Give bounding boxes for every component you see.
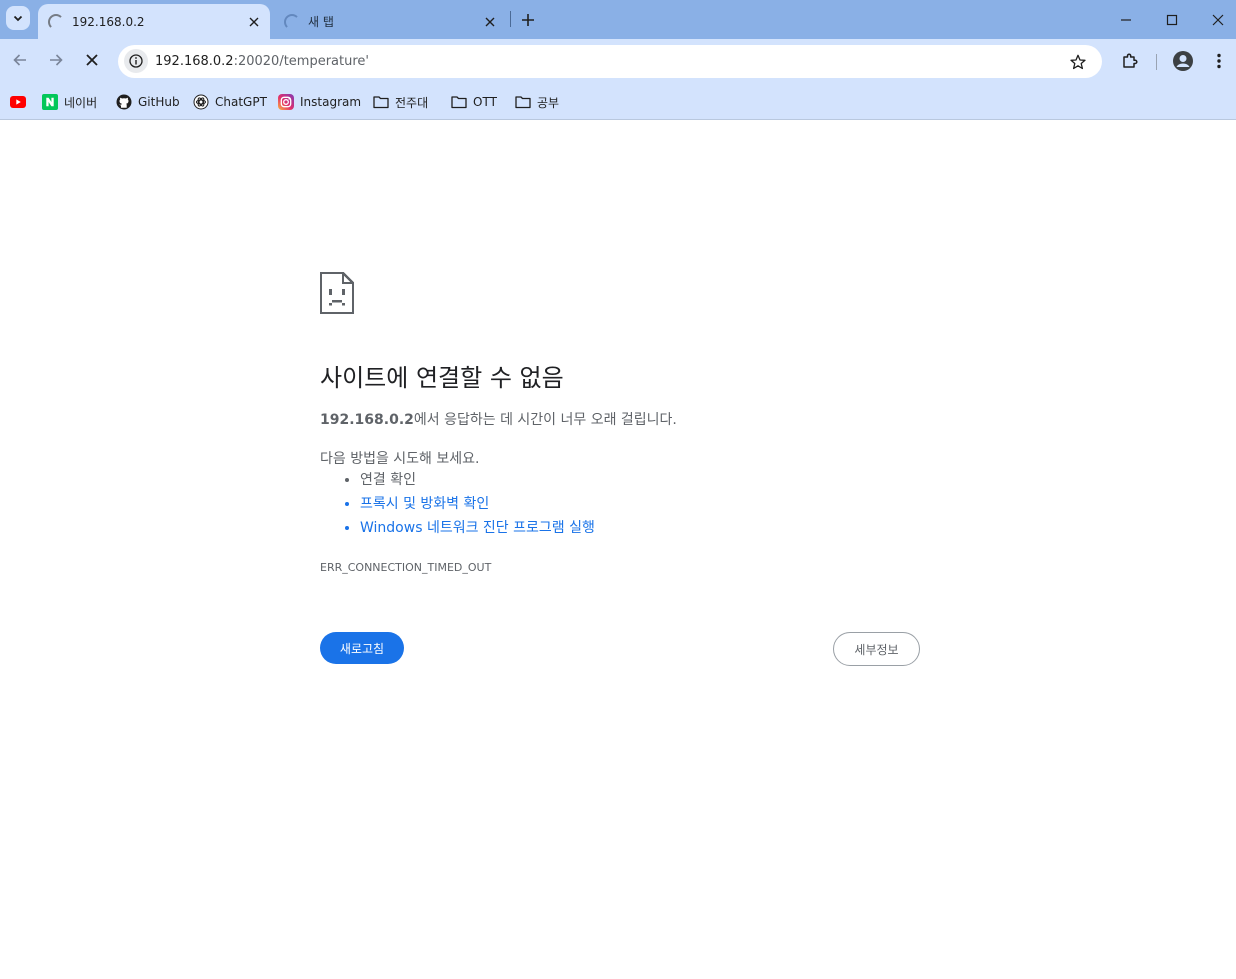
- reload-button[interactable]: 새로고침: [320, 632, 404, 664]
- folder-icon: [451, 94, 467, 110]
- arrow-right-icon: [50, 54, 63, 66]
- details-button[interactable]: 세부정보: [833, 632, 920, 666]
- chevron-down-icon: [13, 15, 23, 22]
- tab-strip: 192.168.0.2 새 탭: [0, 0, 1236, 39]
- tab-close-button[interactable]: [244, 12, 264, 32]
- suggestions-heading: 다음 방법을 시도해 보세요.: [320, 451, 480, 467]
- tab-search-button[interactable]: [6, 6, 30, 30]
- loading-spinner-icon: [48, 13, 64, 30]
- tab-title: 새 탭: [308, 15, 334, 29]
- sad-document-icon: [320, 272, 354, 314]
- stop-loading-button[interactable]: [78, 46, 106, 74]
- new-tab-button[interactable]: [516, 8, 540, 32]
- error-summary-text: 에서 응답하는 데 시간이 너무 오래 걸립니다.: [413, 412, 677, 428]
- tab-title: 192.168.0.2: [72, 14, 145, 29]
- error-page: 사이트에 연결할 수 없음 192.168.0.2에서 응답하는 데 시간이 너…: [0, 120, 1236, 979]
- bookmark-instagram[interactable]: Instagram: [278, 90, 361, 114]
- suggestion-proxy-firewall-link[interactable]: 프록시 및 방화벽 확인: [360, 495, 595, 519]
- minimize-button[interactable]: [1103, 0, 1149, 39]
- url-host: 192.168.0.2: [155, 54, 234, 69]
- close-icon: [249, 17, 259, 26]
- extensions-button[interactable]: [1117, 48, 1143, 74]
- chatgpt-icon: [193, 94, 209, 110]
- error-code: ERR_CONNECTION_TIMED_OUT: [320, 561, 492, 574]
- close-icon: [1212, 14, 1224, 25]
- tab-close-button[interactable]: [480, 12, 500, 32]
- suggestion-check-connection: 연결 확인: [360, 471, 595, 495]
- menu-button[interactable]: [1206, 48, 1232, 74]
- minimize-icon: [1121, 18, 1131, 21]
- youtube-icon: [10, 94, 26, 110]
- info-icon: [129, 54, 143, 68]
- bookmark-label: 공부: [537, 95, 560, 110]
- window-close-button[interactable]: [1195, 0, 1236, 39]
- close-icon: [485, 17, 495, 26]
- arrow-left-icon: [13, 54, 26, 66]
- bookmark-folder-jeonju[interactable]: 전주대: [373, 90, 428, 114]
- bookmark-label: 네이버: [64, 95, 98, 110]
- bookmark-label: Instagram: [300, 95, 362, 109]
- bookmark-github[interactable]: GitHub: [116, 90, 180, 114]
- bookmark-chatgpt[interactable]: ChatGPT: [193, 90, 267, 114]
- url-text[interactable]: 192.168.0.2:20020/temperature': [155, 54, 369, 69]
- star-icon: [1070, 54, 1086, 70]
- tab-separator: [510, 11, 511, 27]
- error-summary: 192.168.0.2에서 응답하는 데 시간이 너무 오래 걸립니다.: [320, 409, 677, 429]
- puzzle-icon: [1123, 53, 1138, 68]
- forward-button[interactable]: [42, 46, 70, 74]
- toolbar: 192.168.0.2:20020/temperature': [0, 39, 1236, 84]
- bookmark-label: ChatGPT: [215, 95, 267, 109]
- error-host: 192.168.0.2: [320, 412, 414, 428]
- close-icon: [86, 54, 98, 66]
- bookmarks-bar: 네이버 GitHub ChatGPT Instagram 전주대 OTT 공부: [0, 84, 1236, 120]
- loading-spinner-icon: [284, 13, 300, 30]
- bookmark-label: 전주대: [395, 95, 429, 110]
- bookmark-youtube[interactable]: [10, 90, 32, 114]
- more-vertical-icon: [1217, 53, 1221, 69]
- naver-icon: [42, 94, 58, 110]
- bookmark-naver[interactable]: 네이버: [42, 90, 97, 114]
- maximize-button[interactable]: [1149, 0, 1195, 39]
- folder-icon: [515, 94, 531, 110]
- back-button[interactable]: [6, 46, 34, 74]
- maximize-icon: [1166, 14, 1178, 25]
- github-icon: [116, 94, 132, 110]
- site-info-button[interactable]: [124, 49, 148, 73]
- bookmark-label: OTT: [473, 95, 497, 109]
- address-bar[interactable]: 192.168.0.2:20020/temperature': [118, 45, 1102, 78]
- avatar-icon: [1173, 51, 1193, 71]
- error-title: 사이트에 연결할 수 없음: [320, 364, 564, 392]
- folder-icon: [373, 94, 389, 110]
- bookmark-folder-study[interactable]: 공부: [515, 90, 559, 114]
- bookmark-folder-ott[interactable]: OTT: [451, 90, 497, 114]
- profile-button[interactable]: [1170, 48, 1196, 74]
- instagram-icon: [278, 94, 294, 110]
- toolbar-separator: [1156, 54, 1157, 70]
- tab-inactive[interactable]: 새 탭: [274, 4, 506, 39]
- bookmark-label: GitHub: [138, 95, 180, 109]
- tab-active[interactable]: 192.168.0.2: [38, 4, 270, 39]
- url-path: :20020/temperature': [233, 54, 369, 69]
- suggestion-network-diagnostics-link[interactable]: Windows 네트워크 진단 프로그램 실행: [360, 519, 595, 543]
- bookmark-star-button[interactable]: [1068, 52, 1088, 72]
- plus-icon: [522, 14, 534, 26]
- suggestions-list: 연결 확인 프록시 및 방화벽 확인 Windows 네트워크 진단 프로그램 …: [342, 471, 595, 543]
